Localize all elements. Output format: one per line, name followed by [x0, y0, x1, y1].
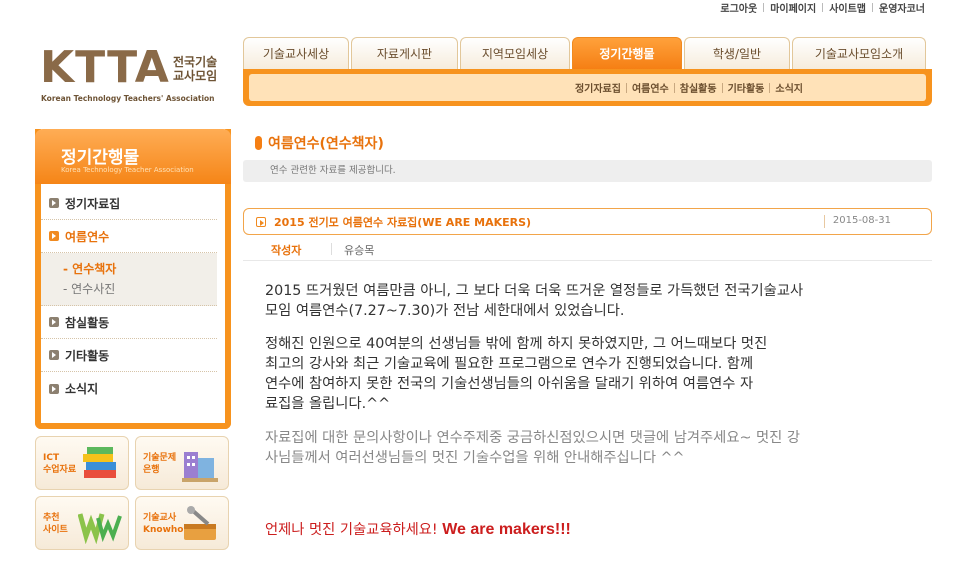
banner-label-line1: 추천	[43, 513, 60, 523]
subnav-item-regular-data[interactable]: 정기자료집	[570, 80, 626, 95]
banner-label-line1: ICT	[43, 453, 60, 463]
tab-tech-teacher-world[interactable]: 기술교사세상	[243, 37, 349, 69]
post-date: 2015-08-31	[832, 215, 891, 226]
post-author-row: 작성자 유승목	[243, 235, 932, 261]
arrow-bullet-icon	[49, 198, 59, 208]
utility-links: 로그아웃 마이페이지 사이트맵 운영자코너	[714, 0, 931, 15]
text-line: 자료집에 대한 문의사항이나 연수주제중 궁금하신점있으시면 댓글에 남겨주세요…	[265, 430, 800, 446]
subnav-item-summer-training[interactable]: 여름연수	[627, 80, 674, 95]
sidebar-header: 정기간행물 Korea Technology Teacher Associati…	[35, 129, 231, 184]
sidebar-item-newsletter[interactable]: 소식지	[41, 372, 217, 405]
subnav-item-other[interactable]: 기타활동	[723, 80, 770, 95]
arrow-bullet-icon	[49, 231, 59, 241]
banner-label-line1: 기술문제	[143, 453, 177, 463]
sidebar-item-label: 기타활동	[65, 348, 110, 363]
banner-teacher-knowhow[interactable]: 기술교사 Knowhow	[135, 496, 229, 550]
sidebar-menu: 정기자료집 여름연수 - 연수책자 - 연수사진 참실활동 기타활동 소식지	[41, 187, 217, 405]
post-paragraph-3: 자료집에 대한 문의사항이나 연수주제중 궁금하신점있으시면 댓글에 남겨주세요…	[265, 428, 925, 468]
arrow-bullet-icon	[49, 350, 59, 360]
main-nav-tabs: 기술교사세상 자료게시판 지역모임세상 정기간행물 학생/일반 기술교사모임소개	[243, 37, 932, 69]
banner-label: ICT 수업자료	[43, 452, 76, 476]
arrow-bullet-icon	[256, 217, 266, 227]
divider	[824, 215, 825, 228]
sidebar-subitem-photos[interactable]: - 연수사진	[63, 279, 217, 299]
page-title: 여름연수(연수책자)	[255, 133, 384, 153]
sub-nav-bar: 정기자료집 여름연수 참실활동 기타활동 소식지	[243, 69, 932, 106]
page-title-text: 여름연수(연수책자)	[268, 136, 384, 152]
banner-ict-materials[interactable]: ICT 수업자료	[35, 436, 129, 490]
toolbox-icon	[184, 506, 216, 540]
arrow-bullet-icon	[49, 317, 59, 327]
sidebar-item-summer-training[interactable]: 여름연수	[41, 220, 217, 253]
divider	[331, 243, 332, 255]
post-title: 2015 전기모 여름연수 자료집(WE ARE MAKERS)	[274, 216, 532, 229]
banner-label: 추천 사이트	[43, 512, 68, 536]
subnav-item-newsletter[interactable]: 소식지	[770, 80, 808, 95]
text-line: 정해진 인원으로 40여분의 선생님들 밖에 함께 하지 못하였지만, 그 어느…	[265, 336, 768, 352]
post-header: 2015 전기모 여름연수 자료집(WE ARE MAKERS) 2015-08…	[243, 208, 932, 235]
sub-nav-inner: 정기자료집 여름연수 참실활동 기타활동 소식지	[249, 74, 926, 101]
sidebar-item-label: 여름연수	[65, 229, 110, 244]
post-paragraph-1: 2015 뜨거웠던 여름만큼 아니, 그 보다 더욱 더욱 뜨거운 열정들로 가…	[265, 281, 925, 321]
text-line: 연수에 참여하지 못한 전국의 기술선생님들의 아쉬움을 달래기 위하여 여름연…	[265, 376, 754, 392]
books-icon	[83, 447, 116, 478]
banner-label-line2: 수업자료	[43, 465, 77, 475]
closing-english: We are makers!!!	[442, 521, 571, 538]
sidebar-item-label: 소식지	[65, 382, 99, 396]
logo-korean-line2: 교사모임	[173, 69, 218, 83]
author-name: 유승목	[344, 244, 375, 257]
title-marker-icon	[255, 136, 262, 150]
sidebar-item-practice[interactable]: 참실활동	[41, 306, 217, 339]
sitemap-link[interactable]: 사이트맵	[823, 0, 872, 15]
mypage-link[interactable]: 마이페이지	[764, 0, 822, 15]
text-line: 모임 여름연수(7.27~7.30)가 전남 세한대에서 있었습니다.	[265, 303, 625, 319]
banner-label-line2: 사이트	[43, 525, 68, 535]
tab-regional[interactable]: 지역모임세상	[460, 37, 570, 69]
sidebar-subtitle: Korea Technology Teacher Association	[61, 166, 194, 174]
sidebar-item-label: 정기자료집	[65, 196, 121, 211]
banner-label-line2: 은행	[143, 465, 160, 475]
site-logo[interactable]: KTTA 전국기술 교사모임 Korean Technology Teacher…	[40, 46, 230, 106]
text-line: 2015 뜨거웠던 여름만큼 아니, 그 보다 더욱 더욱 뜨거운 열정들로 가…	[265, 283, 804, 299]
closing-korean: 언제나 멋진 기술교육하세요!	[265, 522, 443, 538]
sidebar-item-other[interactable]: 기타활동	[41, 339, 217, 372]
tab-resources[interactable]: 자료게시판	[351, 37, 458, 69]
logo-korean: 전국기술 교사모임	[173, 55, 217, 83]
page-description: 연수 관련한 자료를 제공합니다.	[243, 160, 932, 182]
sidebar-subitem-booklet[interactable]: - 연수책자	[63, 259, 217, 279]
building-icon	[182, 452, 218, 482]
text-line: 최고의 강사와 최근 기술교육에 필요한 프로그램으로 연수가 진행되었습니다.…	[265, 356, 754, 372]
text-line: 사님들께서 여러선생님들의 멋진 기술수업을 위해 안내해주십니다 ^^	[265, 450, 685, 466]
tab-students[interactable]: 학생/일반	[684, 37, 790, 69]
sidebar-item-regular-data[interactable]: 정기자료집	[41, 187, 217, 220]
sidebar-title: 정기간행물	[61, 148, 140, 168]
logo-english: Korean Technology Teachers' Association	[41, 94, 215, 103]
banner-label: 기술문제 은행	[143, 452, 176, 476]
sidebar-item-label: 참실활동	[65, 315, 110, 330]
author-label: 작성자	[271, 244, 302, 257]
text-line: 료집을 올립니다.^^	[265, 396, 391, 412]
tab-periodicals[interactable]: 정기간행물	[572, 37, 682, 69]
banner-question-bank[interactable]: 기술문제 은행	[135, 436, 229, 490]
subnav-item-practice[interactable]: 참실활동	[675, 80, 722, 95]
logo-korean-line1: 전국기술	[173, 55, 218, 69]
www-icon	[78, 513, 122, 544]
sidebar-submenu: - 연수책자 - 연수사진	[41, 253, 217, 306]
logo-mark: KTTA	[40, 42, 170, 93]
banner-recommended-sites[interactable]: 추천 사이트	[35, 496, 129, 550]
tab-about[interactable]: 기술교사모임소개	[792, 37, 926, 69]
admin-corner-link[interactable]: 운영자코너	[873, 0, 931, 15]
post-paragraph-2: 정해진 인원으로 40여분의 선생님들 밖에 함께 하지 못하였지만, 그 어느…	[265, 334, 925, 414]
arrow-bullet-icon	[49, 383, 59, 394]
post-closing: 언제나 멋진 기술교육하세요! We are makers!!!	[265, 520, 925, 540]
logout-link[interactable]: 로그아웃	[714, 0, 763, 15]
